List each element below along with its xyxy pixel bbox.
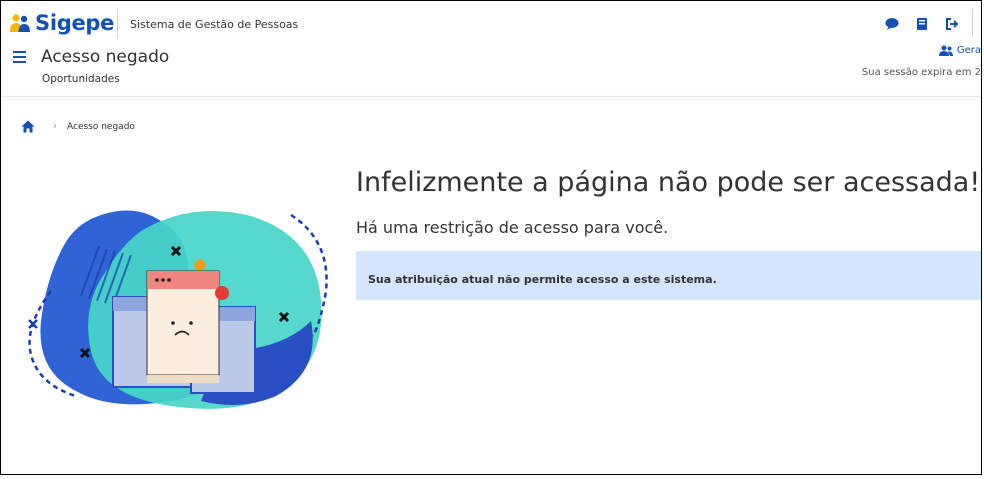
breadcrumb: › Acesso negado (21, 120, 135, 133)
system-name: Sistema de Gestão de Pessoas (130, 18, 299, 31)
error-subline: Há uma restrição de acesso para você. (356, 218, 669, 237)
logout-icon[interactable] (945, 17, 959, 31)
header-actions (885, 17, 959, 31)
access-denied-illustration (28, 210, 328, 409)
session-timer: Sua sessão expira em 2 (861, 67, 981, 78)
home-icon[interactable] (21, 120, 35, 133)
page-title: Acesso negado (41, 47, 170, 67)
page-frame: Sigepe Sistema de Gestão de Pessoas Aces… (0, 0, 982, 475)
header-shadow (1, 96, 981, 97)
page-subtitle: Oportunidades (42, 73, 120, 85)
pin-orange (194, 259, 206, 271)
logo-text: Sigepe (35, 11, 115, 35)
breadcrumb-current: Acesso negado (67, 121, 135, 132)
user-link-label: Gera (956, 45, 981, 56)
user-profile-link[interactable]: Gera (938, 45, 981, 56)
alert-box: Sua atribuição atual não permite acesso … (356, 251, 981, 300)
people-logo-icon (10, 14, 30, 32)
header-divider-right (972, 9, 973, 37)
sigepe-logo[interactable]: Sigepe (9, 11, 114, 35)
header-divider (117, 9, 118, 39)
top-header: Sigepe Sistema de Gestão de Pessoas (1, 1, 981, 45)
pin-red (215, 286, 229, 300)
chat-icon[interactable] (885, 17, 899, 31)
users-icon (938, 45, 953, 56)
hamburger-menu-icon[interactable] (13, 51, 26, 63)
alert-text: Sua atribuição atual não permite acesso … (368, 273, 717, 286)
book-icon[interactable] (915, 17, 929, 31)
error-headline: Infelizmente a página não pode ser acess… (356, 167, 981, 198)
chevron-right-icon: › (53, 121, 57, 132)
